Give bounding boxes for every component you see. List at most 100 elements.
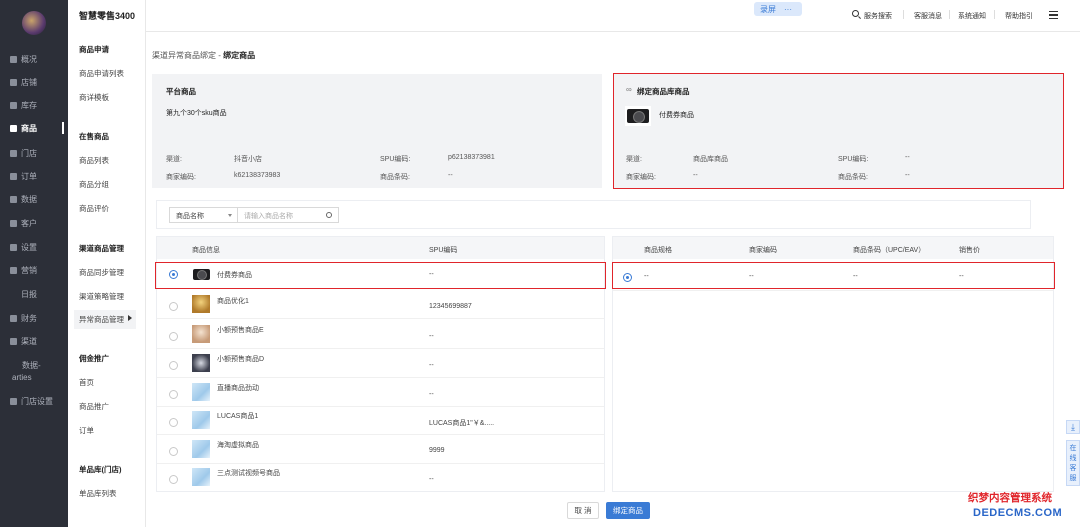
header-barcode: 商品条码（UPC/EAV） xyxy=(853,247,926,254)
product-name-input[interactable]: 请输入商品名称 xyxy=(237,207,339,223)
product-thumbnail xyxy=(192,295,210,313)
nav-item-goods[interactable]: 商品 xyxy=(0,120,68,136)
highlight-box xyxy=(155,262,606,289)
submenu-item-abnormal[interactable]: 异常商品管理 xyxy=(74,310,136,329)
table-row[interactable]: 三点测试视频号商品 -- xyxy=(157,464,604,491)
submenu-item-detail-template[interactable]: 商详模板 xyxy=(79,92,109,103)
platform-spu: p62138373981 xyxy=(448,154,495,161)
shop-icon xyxy=(10,78,17,86)
table-row[interactable]: 小额预售商品E -- xyxy=(157,321,604,349)
finance-icon xyxy=(10,314,17,322)
row-radio[interactable] xyxy=(169,302,178,311)
channel-icon xyxy=(10,337,17,345)
table-header: 商品信息 SPU编码 xyxy=(157,237,604,259)
sub-menu: 智慧零售3400 商品申请 商品申请列表 商详模板 在售商品 商品列表 商品分组… xyxy=(68,0,146,527)
service-message-link[interactable]: 客服消息 xyxy=(914,11,942,21)
help-link[interactable]: 帮助指引 xyxy=(1005,11,1033,21)
nav-item-settings[interactable]: 设置 xyxy=(0,239,68,255)
download-icon[interactable]: ⤓ xyxy=(1066,420,1080,434)
row-radio[interactable] xyxy=(169,390,178,399)
nav-item-data[interactable]: 数据 xyxy=(0,191,68,207)
service-search-link[interactable]: 服务搜索 xyxy=(864,11,892,21)
row-radio[interactable] xyxy=(169,361,178,370)
data-icon xyxy=(10,195,17,203)
table-row[interactable]: LUCAS商品1 LUCAS商品1"￥&..... xyxy=(157,407,604,435)
submenu-item-promo[interactable]: 商品推广 xyxy=(79,401,109,412)
nav-item-orders[interactable]: 订单 xyxy=(0,168,68,184)
stock-icon xyxy=(10,101,17,109)
search-icon[interactable] xyxy=(326,212,332,218)
product-thumbnail xyxy=(192,468,210,486)
nav-item-arties[interactable]: arties xyxy=(0,369,68,385)
highlight-box xyxy=(613,73,1064,189)
row-radio[interactable] xyxy=(169,447,178,456)
main-nav: 概况 店铺 库存 商品 门店 订单 数据 客户 设置 营销 日报 财务 渠道 数… xyxy=(0,0,68,527)
submenu-item-sync[interactable]: 商品同步管理 xyxy=(79,267,124,278)
store-avatar[interactable] xyxy=(22,11,46,35)
nav-item-daily[interactable]: 日报 xyxy=(0,286,68,302)
customer-icon xyxy=(10,219,17,227)
submenu-item-home[interactable]: 首页 xyxy=(79,377,94,388)
nav-item-marketing[interactable]: 营销 xyxy=(0,262,68,278)
product-thumbnail xyxy=(192,325,210,343)
nav-item-stock[interactable]: 库存 xyxy=(0,97,68,113)
bind-product-button[interactable]: 绑定商品 xyxy=(606,502,650,519)
submenu-item-sku-list[interactable]: 单品库列表 xyxy=(79,488,117,499)
hamburger-icon[interactable] xyxy=(1049,11,1058,19)
nav-item-finance[interactable]: 财务 xyxy=(0,310,68,326)
nav-item-store-settings[interactable]: 门店设置 xyxy=(0,393,68,409)
nav-item-channel[interactable]: 渠道 xyxy=(0,333,68,349)
divider xyxy=(903,10,904,19)
table-row[interactable]: 小额预售商品D -- xyxy=(157,350,604,378)
submenu-group-channel-goods: 渠道商品管理 xyxy=(79,244,124,253)
search-icon[interactable] xyxy=(852,10,859,17)
product-thumbnail xyxy=(192,383,210,401)
submenu-item-goods-review[interactable]: 商品评价 xyxy=(79,203,109,214)
filter-bar: 商品名称 请输入商品名称 xyxy=(156,200,1031,229)
row-radio[interactable] xyxy=(169,418,178,427)
marketing-icon xyxy=(10,266,17,274)
search-field-select[interactable]: 商品名称 xyxy=(169,207,237,223)
top-header: 录屏 ··· 服务搜索 客服消息 系统通知 帮助指引 xyxy=(146,0,1080,32)
cancel-button[interactable]: 取 消 xyxy=(567,502,599,519)
divider xyxy=(949,10,950,19)
nav-item-overview[interactable]: 概况 xyxy=(0,51,68,67)
table-row[interactable]: 直播商品劲动 -- xyxy=(157,379,604,407)
header-spec: 商品规格 xyxy=(644,247,672,254)
platform-barcode: -- xyxy=(448,172,453,179)
goods-icon xyxy=(10,124,17,132)
nav-item-shop[interactable]: 店铺 xyxy=(0,74,68,90)
breadcrumb-parent[interactable]: 渠道异常商品绑定 xyxy=(152,51,216,60)
platform-product-card: 平台商品 第九个30个sku商品 渠道: 抖音小店 SPU编码: p621383… xyxy=(152,74,602,188)
submenu-group-sku-lib: 单品库(门店) xyxy=(79,465,122,474)
submenu-item-goods-list[interactable]: 商品列表 xyxy=(79,155,109,166)
table-row[interactable]: 海淘虚拟商品 9999 xyxy=(157,436,604,464)
store-icon xyxy=(10,149,17,157)
record-button[interactable]: 录屏 ··· xyxy=(754,2,802,16)
header-price: 销售价 xyxy=(959,247,980,254)
platform-channel: 抖音小店 xyxy=(234,156,262,163)
submenu-group-apply: 商品申请 xyxy=(79,45,109,54)
table-row[interactable]: 商品优化1 12345699887 xyxy=(157,291,604,319)
record-more-icon[interactable]: ··· xyxy=(784,5,792,14)
highlight-box xyxy=(612,262,1055,289)
product-thumbnail xyxy=(192,440,210,458)
breadcrumb: 渠道异常商品绑定 - 绑定商品 xyxy=(152,51,256,60)
app-name: 智慧零售3400 xyxy=(79,11,136,21)
submenu-item-apply-list[interactable]: 商品申请列表 xyxy=(79,68,124,79)
order-icon xyxy=(10,172,17,180)
submenu-item-strategy[interactable]: 渠道策略管理 xyxy=(79,291,124,302)
product-thumbnail xyxy=(192,411,210,429)
system-notice-link[interactable]: 系统通知 xyxy=(958,11,986,21)
nav-item-customers[interactable]: 客户 xyxy=(0,215,68,231)
overview-icon xyxy=(10,55,17,63)
online-service-button[interactable]: 在 线 客 服 xyxy=(1066,440,1080,486)
table-header: 商品规格 商家编码 商品条码（UPC/EAV） 销售价 xyxy=(613,237,1053,259)
product-thumbnail xyxy=(192,354,210,372)
card-title: 平台商品 xyxy=(166,87,196,96)
row-radio[interactable] xyxy=(169,475,178,484)
submenu-item-goods-group[interactable]: 商品分组 xyxy=(79,179,109,190)
submenu-item-orders[interactable]: 订单 xyxy=(79,425,94,436)
row-radio[interactable] xyxy=(169,332,178,341)
nav-item-stores[interactable]: 门店 xyxy=(0,145,68,161)
